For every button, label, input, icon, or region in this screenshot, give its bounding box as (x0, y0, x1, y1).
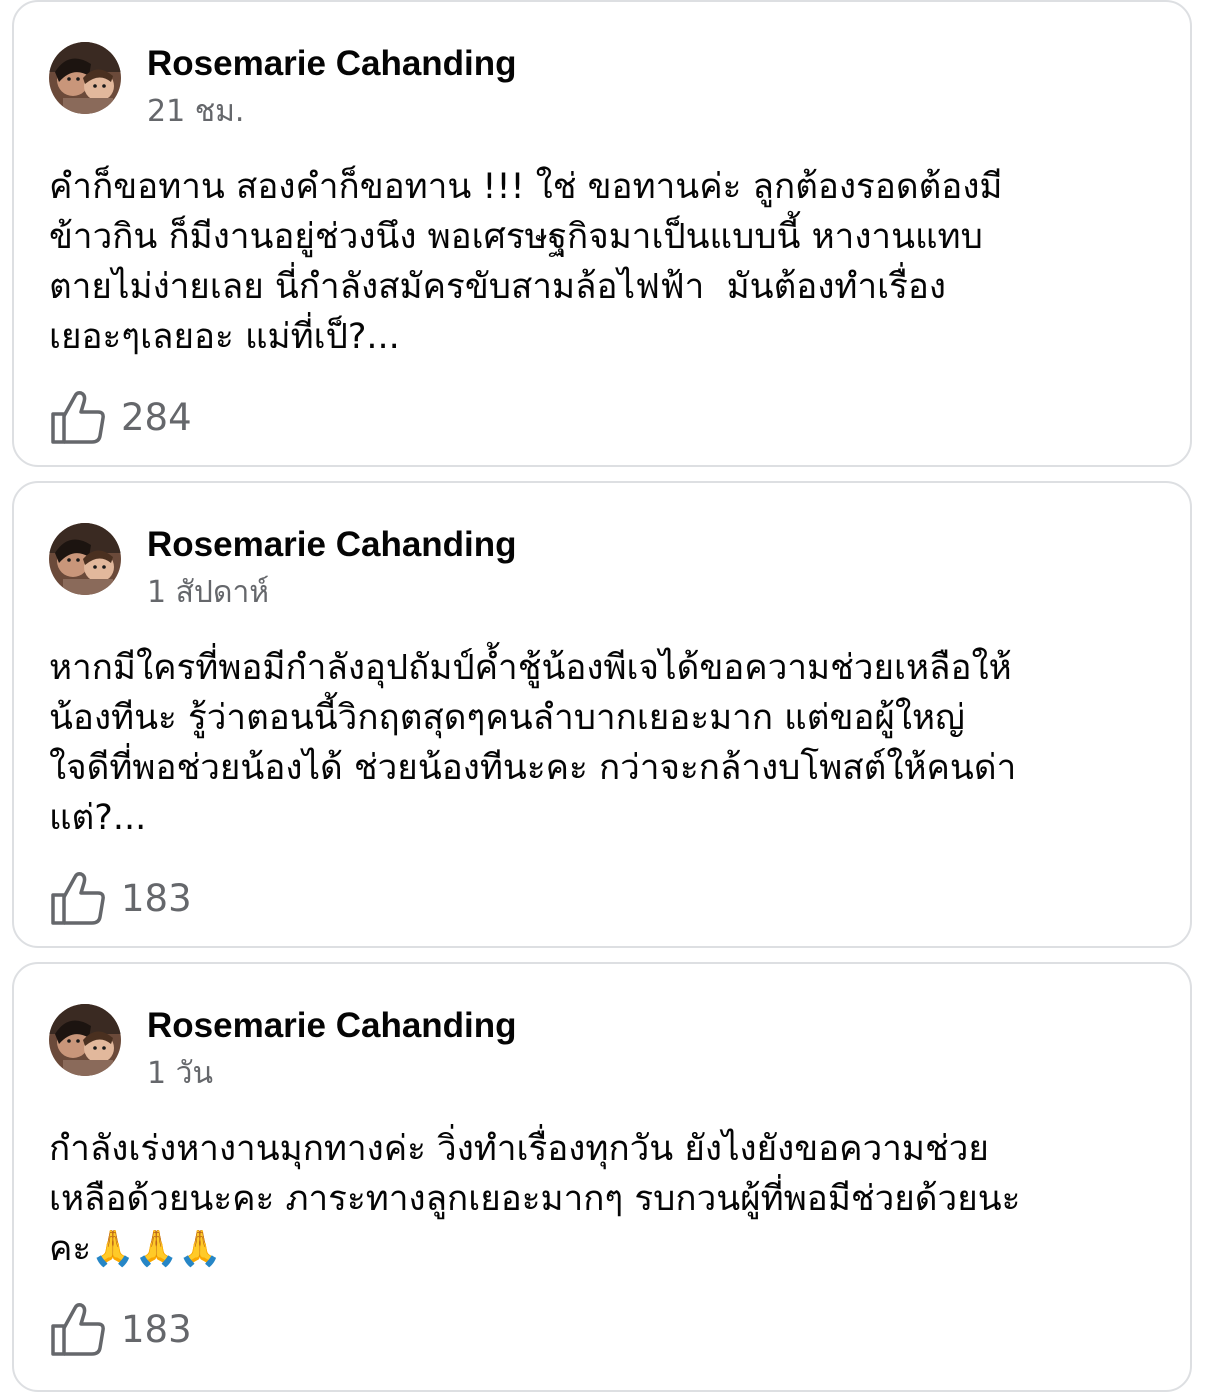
thumbs-up-icon (51, 391, 105, 444)
avatar-image (49, 42, 121, 114)
avatar[interactable] (49, 1004, 121, 1076)
like-count: 284 (121, 396, 192, 439)
post-timestamp[interactable]: 21 ชม. (147, 94, 244, 130)
author-name[interactable]: Rosemarie Cahanding (147, 1006, 517, 1046)
avatar[interactable] (49, 42, 121, 114)
avatar[interactable] (49, 523, 121, 595)
like-count: 183 (121, 1308, 192, 1351)
post-timestamp[interactable]: 1 สัปดาห์ (147, 575, 269, 611)
like-count: 183 (121, 877, 192, 920)
post-card: Rosemarie Cahanding 1 สัปดาห์ หากมีใครที… (12, 481, 1192, 948)
like-button[interactable]: 183 (49, 1300, 192, 1360)
post-text: หากมีใครที่พอมีกำลังอุปถัมป์ค้ำชู้น้องพี… (49, 648, 1017, 838)
author-name[interactable]: Rosemarie Cahanding (147, 44, 517, 84)
avatar-image (49, 1004, 121, 1076)
post-card: Rosemarie Cahanding 21 ชม. คำก็ขอทาน สอง… (12, 0, 1192, 467)
post-timestamp[interactable]: 1 วัน (147, 1056, 213, 1092)
post-text: กำลังเร่งหางานมุกทางค่ะ วิ่งทำเรื่องทุกว… (49, 1129, 1021, 1269)
like-button[interactable]: 284 (49, 388, 192, 448)
author-name[interactable]: Rosemarie Cahanding (147, 525, 517, 565)
post-text: คำก็ขอทาน สองคำก็ขอทาน !!! ใช่ ขอทานค่ะ … (49, 167, 1003, 357)
like-button[interactable]: 183 (49, 869, 192, 929)
post-card: Rosemarie Cahanding 1 วัน กำลังเร่งหางาน… (12, 962, 1192, 1392)
thumbs-up-icon (51, 1303, 105, 1356)
avatar-image (49, 523, 121, 595)
thumbs-up-icon (51, 872, 105, 925)
